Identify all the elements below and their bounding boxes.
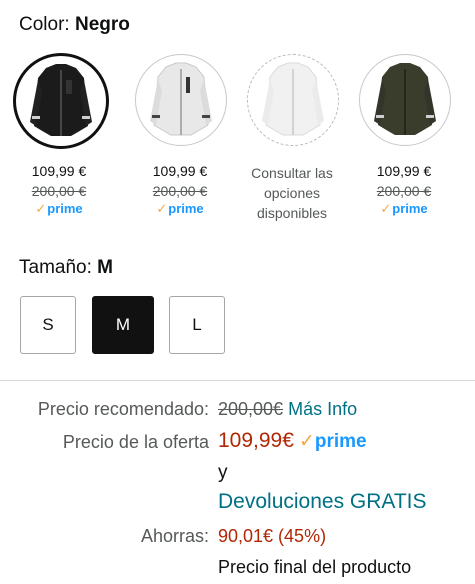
consult-options-text: Consultar las opciones disponibles — [251, 165, 333, 221]
swatch-price: 109,99 € — [152, 163, 208, 179]
color-swatches: 109,99 € 200,00 € ✓prime 109,99 € 200,00… — [0, 50, 475, 230]
divider — [0, 380, 475, 381]
prime-check-icon: ✓ — [298, 431, 315, 452]
jacket-light-icon — [262, 62, 324, 136]
savings-value: 90,01€ (45%) — [218, 526, 327, 546]
color-label: Color: — [19, 14, 70, 35]
prime-check-icon: ✓ — [156, 201, 168, 216]
swatch-list-price: 200,00 € — [376, 183, 432, 199]
prime-badge: ✓prime — [35, 201, 83, 216]
recommended-price-row: 200,00€ Más Info — [218, 399, 357, 420]
size-selected: M — [97, 257, 113, 278]
swatch-list-price: 200,00 € — [152, 183, 208, 199]
size-row: Tamaño: M — [19, 257, 113, 279]
color-row: Color: Negro — [19, 14, 130, 36]
savings-label: Ahorras: — [140, 526, 209, 546]
offer-price-row: 109,99€ ✓prime — [218, 429, 367, 453]
swatch-price: 109,99 € — [376, 163, 432, 179]
recommended-price-value: 200,00€ — [218, 399, 284, 419]
color-selected: Negro — [74, 14, 130, 35]
final-price-note: Precio final del producto — [218, 557, 412, 577]
size-option-s[interactable]: S — [20, 296, 76, 354]
jacket-white-icon — [150, 62, 212, 136]
prime-badge: ✓prime — [380, 201, 428, 216]
offer-price-label: Precio de la oferta — [62, 432, 209, 452]
swatch-list-price: 200,00 € — [31, 183, 87, 199]
jacket-olive-icon — [374, 63, 436, 135]
prime-badge: ✓prime — [156, 201, 204, 216]
prime-badge: ✓prime — [298, 431, 367, 452]
jacket-black-icon — [30, 64, 92, 136]
free-returns-link[interactable]: Devoluciones GRATIS — [218, 490, 427, 514]
swatch-image-negro[interactable] — [13, 53, 109, 149]
size-label: Tamaño: — [19, 257, 92, 278]
offer-price-value: 109,99€ — [218, 429, 294, 452]
swatch-price: 109,99 € — [31, 163, 87, 179]
swatch-image-blanco-claro[interactable] — [247, 54, 339, 146]
more-info-link[interactable]: Más Info — [288, 399, 357, 419]
size-option-l[interactable]: L — [169, 296, 225, 354]
prime-check-icon: ✓ — [380, 201, 392, 216]
size-option-m[interactable]: M — [92, 296, 154, 354]
and-text: y — [218, 462, 228, 483]
prime-check-icon: ✓ — [35, 201, 47, 216]
recommended-price-label: Precio recomendado: — [37, 399, 209, 419]
swatch-image-verde[interactable] — [359, 54, 451, 146]
swatch-image-blanco[interactable] — [135, 54, 227, 146]
